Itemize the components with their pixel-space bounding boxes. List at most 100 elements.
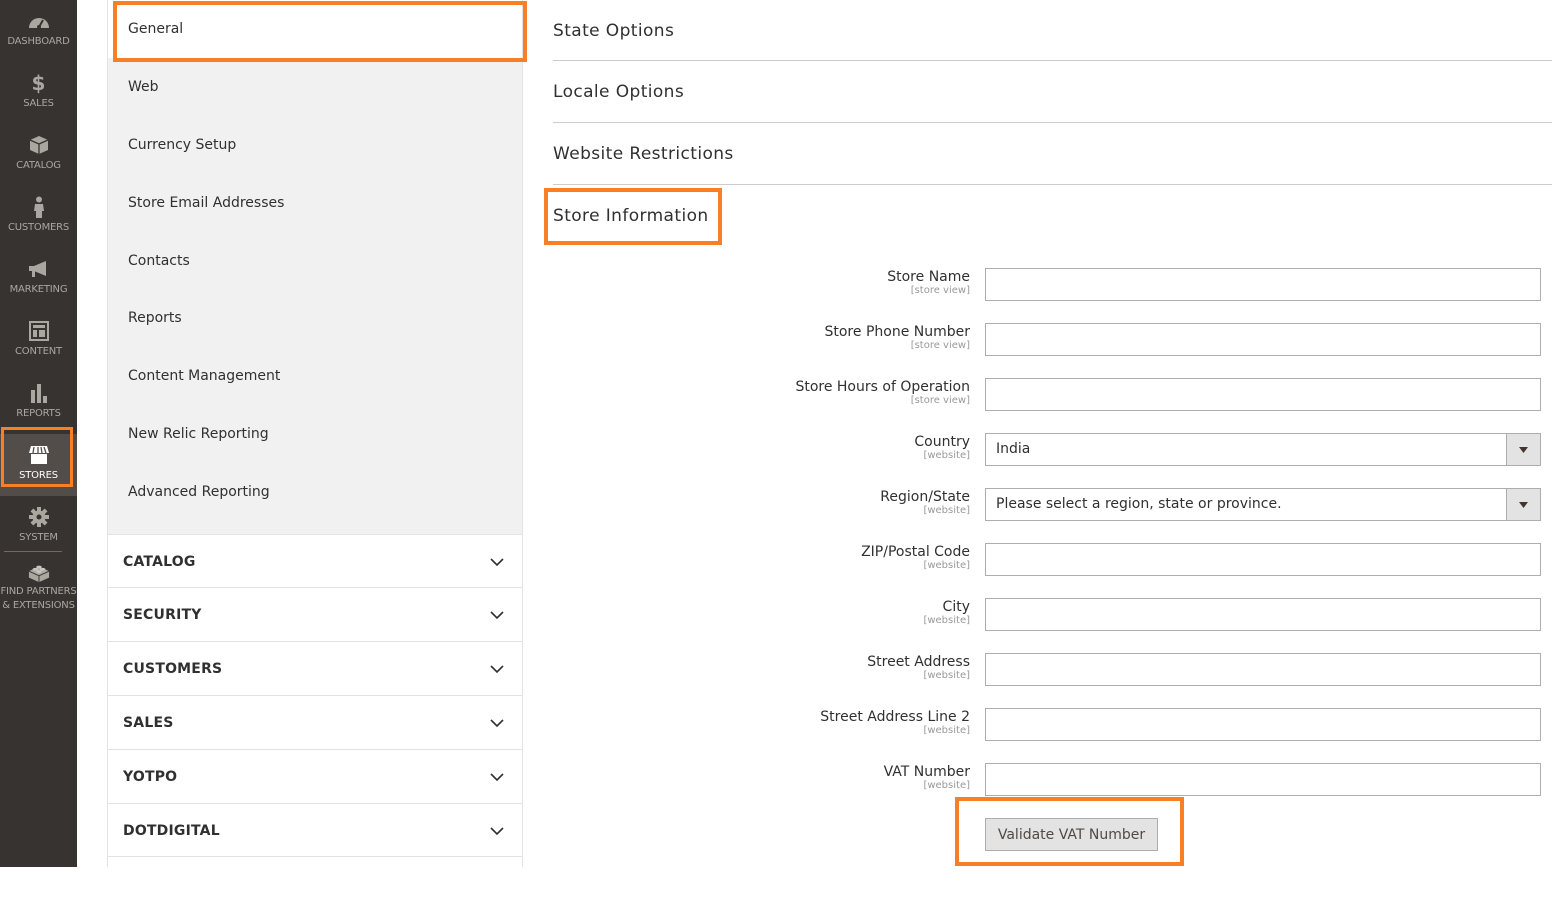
tab-reports[interactable]: Reports <box>108 289 522 347</box>
section-title: Website Restrictions <box>553 144 734 164</box>
tab-label: General <box>128 21 184 37</box>
config-tabs-panel: General Web Currency Setup Store Email A… <box>107 0 523 910</box>
storefront-icon <box>28 444 50 466</box>
nav-label: CONTENT <box>15 346 62 357</box>
field-label: ZIP/Postal Code <box>861 544 970 560</box>
street-address-input[interactable] <box>985 653 1541 686</box>
section-title: Store Information <box>553 206 709 226</box>
field-label: Country <box>914 434 970 450</box>
group-catalog[interactable]: CATALOG <box>108 534 522 588</box>
section-website-restrictions[interactable]: Website Restrictions <box>553 123 1552 185</box>
group-label: DOTDIGITAL <box>123 822 220 839</box>
tab-contacts[interactable]: Contacts <box>108 232 522 290</box>
dropdown-arrow-icon <box>1506 489 1540 520</box>
field-scope: [website] <box>923 725 970 736</box>
chevron-down-icon <box>490 772 504 781</box>
nav-item-sales[interactable]: $ SALES <box>0 62 77 124</box>
store-name-input[interactable] <box>985 268 1541 301</box>
chevron-down-icon <box>490 664 504 673</box>
group-label: CUSTOMERS <box>123 660 223 677</box>
field-scope: [store view] <box>910 285 970 296</box>
nav-label: CATALOG <box>16 160 61 171</box>
dashboard-icon <box>28 10 50 32</box>
region-select[interactable]: Please select a region, state or provinc… <box>985 488 1541 521</box>
group-customers[interactable]: CUSTOMERS <box>108 641 522 695</box>
store-phone-input[interactable] <box>985 323 1541 356</box>
group-label: SECURITY <box>123 606 202 623</box>
nav-label: REPORTS <box>16 408 61 419</box>
tab-currency-setup[interactable]: Currency Setup <box>108 116 522 174</box>
field-scope: [website] <box>923 670 970 681</box>
group-security[interactable]: SECURITY <box>108 587 522 641</box>
nav-label: CUSTOMERS <box>7 222 70 233</box>
bar-chart-icon <box>28 382 50 404</box>
tab-label: Web <box>128 79 159 95</box>
tab-label: Content Management <box>128 368 281 384</box>
field-country: Country [website] India <box>553 433 1552 467</box>
store-hours-input[interactable] <box>985 378 1541 411</box>
section-title: Locale Options <box>553 82 685 102</box>
dropdown-arrow-icon <box>1506 434 1540 465</box>
group-label: YOTPO <box>123 768 178 785</box>
nav-item-content[interactable]: CONTENT <box>0 310 77 372</box>
nav-item-find-partners[interactable]: FIND PARTNERS & EXTENSIONS <box>0 558 77 622</box>
nav-item-catalog[interactable]: CATALOG <box>0 124 77 186</box>
zip-input[interactable] <box>985 543 1541 576</box>
tab-new-relic-reporting[interactable]: New Relic Reporting <box>108 405 522 463</box>
nav-label-line2: & EXTENSIONS <box>2 600 75 611</box>
tab-content-management[interactable]: Content Management <box>108 347 522 405</box>
nav-item-customers[interactable]: CUSTOMERS <box>0 186 77 248</box>
nav-item-reports[interactable]: REPORTS <box>0 372 77 434</box>
tab-general[interactable]: General <box>108 0 522 58</box>
field-label: City <box>942 599 970 615</box>
street-address-2-input[interactable] <box>985 708 1541 741</box>
section-locale-options[interactable]: Locale Options <box>553 61 1552 123</box>
section-store-information[interactable]: Store Information <box>553 185 1552 247</box>
tab-label: Reports <box>128 310 182 326</box>
group-next[interactable] <box>108 856 522 910</box>
group-sales[interactable]: SALES <box>108 695 522 749</box>
general-tab-list: General Web Currency Setup Store Email A… <box>108 0 522 534</box>
field-scope: [website] <box>923 615 970 626</box>
admin-nav: DASHBOARD $ SALES CATALOG CUSTOMERS MARK… <box>0 0 77 867</box>
field-zip: ZIP/Postal Code [website] <box>553 543 1552 577</box>
chevron-down-icon <box>490 718 504 727</box>
section-state-options[interactable]: State Options <box>553 0 1552 62</box>
nav-item-system[interactable]: SYSTEM <box>0 496 77 558</box>
tab-advanced-reporting[interactable]: Advanced Reporting <box>108 463 522 521</box>
group-dotdigital[interactable]: DOTDIGITAL <box>108 803 522 857</box>
field-region: Region/State [website] Please select a re… <box>553 488 1552 522</box>
select-value: India <box>996 441 1031 457</box>
city-input[interactable] <box>985 598 1541 631</box>
field-store-name: Store Name [store view] <box>553 268 1552 302</box>
vat-number-input[interactable] <box>985 763 1541 796</box>
group-label: SALES <box>123 714 174 731</box>
nav-label: STORES <box>19 470 58 481</box>
person-icon <box>28 196 50 218</box>
field-label: Street Address Line 2 <box>820 709 970 725</box>
tab-label: Currency Setup <box>128 137 237 153</box>
field-label: Street Address <box>867 654 970 670</box>
nav-item-marketing[interactable]: MARKETING <box>0 248 77 310</box>
field-scope: [store view] <box>910 395 970 406</box>
tab-label: Store Email Addresses <box>128 195 285 211</box>
group-label: CATALOG <box>123 553 196 570</box>
tab-web[interactable]: Web <box>108 58 522 116</box>
field-scope: [store view] <box>910 340 970 351</box>
chevron-down-icon <box>490 610 504 619</box>
nav-label: FIND PARTNERS <box>0 586 77 597</box>
field-label: Region/State <box>880 489 970 505</box>
chevron-down-icon <box>490 557 504 566</box>
layout-icon <box>28 320 50 342</box>
tab-store-email-addresses[interactable]: Store Email Addresses <box>108 174 522 232</box>
dollar-icon: $ <box>31 71 46 95</box>
field-scope: [website] <box>923 780 970 791</box>
nav-item-stores[interactable]: STORES <box>0 434 77 496</box>
tab-label: Advanced Reporting <box>128 484 270 500</box>
country-select[interactable]: India <box>985 433 1541 466</box>
group-yotpo[interactable]: YOTPO <box>108 749 522 803</box>
section-title: State Options <box>553 21 675 41</box>
nav-item-dashboard[interactable]: DASHBOARD <box>0 0 77 62</box>
nav-label: DASHBOARD <box>7 36 70 47</box>
validate-vat-button[interactable]: Validate VAT Number <box>985 818 1158 851</box>
